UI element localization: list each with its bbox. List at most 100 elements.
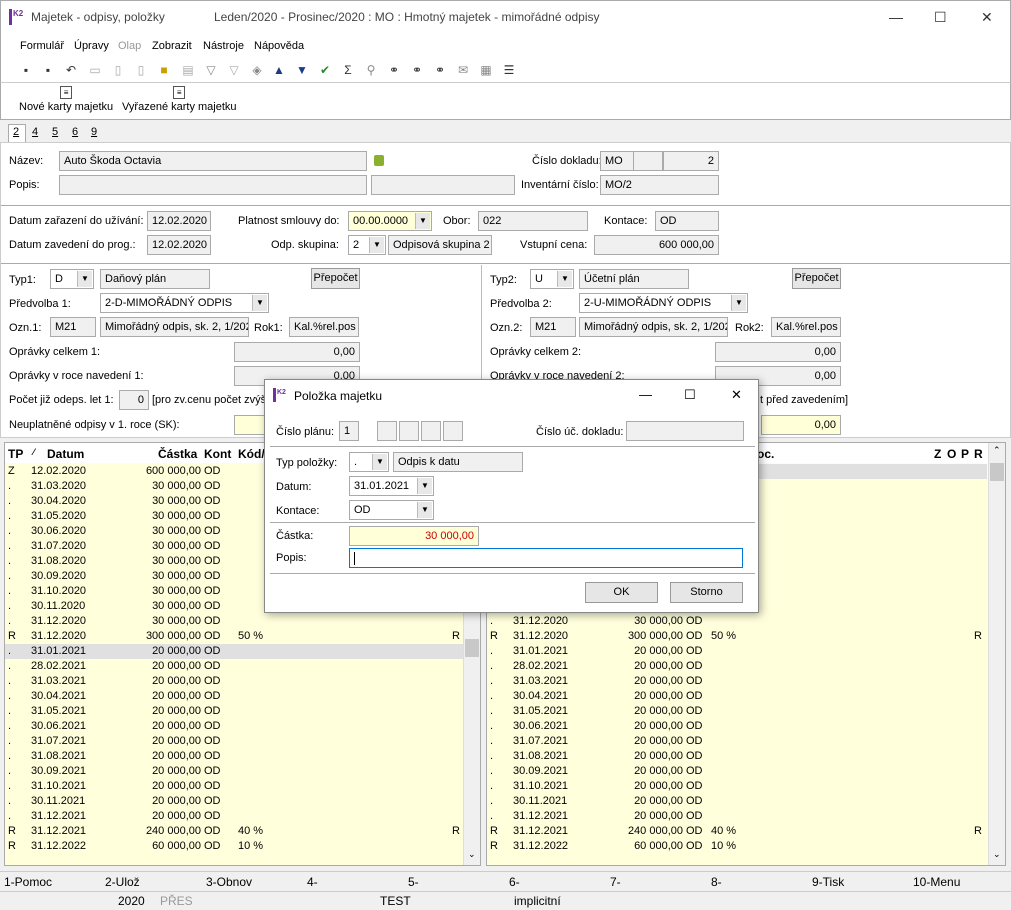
scroll-thumb[interactable]	[990, 463, 1004, 481]
tab-6[interactable]: 6	[72, 126, 78, 138]
maximize-button[interactable]: ☐	[934, 9, 947, 26]
chevron-down-icon[interactable]: ⌄	[468, 849, 476, 860]
table-row[interactable]: R 31.12.2021 240 000,00 OD 40 % R	[487, 824, 987, 839]
ozn2-field[interactable]: M21	[530, 317, 576, 337]
col-p[interactable]: P	[961, 447, 969, 461]
dialog-maximize-button[interactable]: ☐	[684, 387, 696, 403]
predvolba1-combo[interactable]: 2-D-MIMOŘÁDNÝ ODPIS ▼	[100, 293, 269, 313]
stack-icon[interactable]: ◈	[249, 62, 265, 78]
table-row[interactable]: . 30.11.2021 20 000,00 OD	[5, 794, 463, 809]
menu-formular[interactable]: Formulář	[20, 40, 64, 52]
plan-box-1[interactable]	[377, 421, 397, 441]
undo-icon[interactable]: ↶	[63, 62, 79, 78]
rok2-field[interactable]: Kal.%rel.pos	[771, 317, 841, 337]
chevron-down-icon[interactable]: ▼	[77, 271, 92, 287]
chevron-down-icon[interactable]: ▼	[369, 237, 384, 253]
check-down-icon[interactable]: ✔	[317, 62, 333, 78]
tab-9[interactable]: 9	[91, 126, 97, 138]
save-close-icon[interactable]: ▪	[40, 62, 56, 78]
ozn1-field[interactable]: M21	[50, 317, 96, 337]
cislo-uc-field[interactable]	[626, 421, 744, 441]
table-row[interactable]: . 31.05.2021 20 000,00 OD	[487, 704, 987, 719]
fkey-6[interactable]: 6-	[509, 875, 520, 889]
menu-nastroje[interactable]: Nástroje	[203, 40, 244, 52]
table-row[interactable]: R 31.12.2020 300 000,00 OD 50 % R	[5, 629, 463, 644]
table-row[interactable]: . 31.05.2021 20 000,00 OD	[5, 704, 463, 719]
binoculars-next-icon[interactable]: ⚭	[409, 62, 425, 78]
fkey-7[interactable]: 7-	[610, 875, 621, 889]
typ1-combo[interactable]: D ▼	[50, 269, 94, 289]
close-button[interactable]: ✕	[981, 9, 993, 26]
fkey-8[interactable]: 8-	[711, 875, 722, 889]
table-row[interactable]: . 31.01.2021 20 000,00 OD	[487, 644, 987, 659]
binoculars-prev-icon[interactable]: ⚭	[432, 62, 448, 78]
table-row[interactable]: . 30.09.2021 20 000,00 OD	[487, 764, 987, 779]
table-row[interactable]: . 31.12.2021 20 000,00 OD	[5, 809, 463, 824]
ok-button[interactable]: OK	[585, 582, 658, 603]
right-scrollbar[interactable]: ⌃ ⌄	[988, 443, 1005, 865]
typ-polozky-combo[interactable]: . ▼	[349, 452, 389, 472]
table-row[interactable]: . 30.09.2021 20 000,00 OD	[5, 764, 463, 779]
typ2-combo[interactable]: U ▼	[530, 269, 574, 289]
fkey-5[interactable]: 5-	[408, 875, 419, 889]
storno-button[interactable]: Storno	[670, 582, 743, 603]
kontace-field[interactable]: OD	[655, 211, 719, 231]
col-proc[interactable]: oc.	[757, 447, 774, 461]
table-row[interactable]: . 28.02.2021 20 000,00 OD	[5, 659, 463, 674]
search-clear-icon[interactable]: ⚲	[363, 62, 379, 78]
menu-napoveda[interactable]: Nápověda	[254, 40, 304, 52]
tab-5[interactable]: 5	[52, 126, 58, 138]
table-row[interactable]: . 31.12.2020 30 000,00 OD	[5, 614, 463, 629]
platnost-field[interactable]: 00.00.0000 ▼	[348, 211, 432, 231]
fkey-9[interactable]: 9-Tisk	[812, 875, 844, 889]
fkey-1[interactable]: 1-Pomoc	[4, 875, 52, 889]
arrow-up-icon[interactable]: ▲	[271, 62, 287, 78]
pocet-field[interactable]: 0	[119, 390, 149, 410]
arrow-down-icon[interactable]: ▼	[294, 62, 310, 78]
plan-box-3[interactable]	[421, 421, 441, 441]
table-row[interactable]: . 28.02.2021 20 000,00 OD	[487, 659, 987, 674]
cislo-dokladu-number[interactable]: 2	[663, 151, 719, 171]
col-kont[interactable]: Kont	[204, 447, 231, 461]
fkey-2[interactable]: 2-Ulož	[105, 875, 140, 889]
tab-2[interactable]: 2	[13, 126, 19, 138]
scroll-thumb[interactable]	[465, 639, 479, 657]
datum-combo[interactable]: 31.01.2021 ▼	[349, 476, 434, 496]
table-row[interactable]: R 31.12.2021 240 000,00 OD 40 % R	[5, 824, 463, 839]
table-row[interactable]: R 31.12.2022 60 000,00 OD 10 %	[487, 839, 987, 854]
filter-icon[interactable]: ▽	[203, 62, 219, 78]
table-row[interactable]: . 31.01.2021 20 000,00 OD	[5, 644, 463, 659]
odp-skupina-combo[interactable]: 2 ▼	[348, 235, 386, 255]
menu-olap[interactable]: Olap	[118, 40, 141, 52]
predvolba2-combo[interactable]: 2-U-MIMOŘÁDNÝ ODPIS ▼	[579, 293, 748, 313]
table-row[interactable]: . 30.06.2021 20 000,00 OD	[487, 719, 987, 734]
cislo-dokladu-mid[interactable]	[633, 151, 663, 171]
table-row[interactable]: . 31.08.2021 20 000,00 OD	[487, 749, 987, 764]
table-row[interactable]: . 30.04.2021 20 000,00 OD	[487, 689, 987, 704]
table-row[interactable]: . 31.10.2021 20 000,00 OD	[487, 779, 987, 794]
datum-zavedeni-field[interactable]: 12.02.2020	[147, 235, 211, 255]
fkey-3[interactable]: 3-Obnov	[206, 875, 252, 889]
opravky1-field[interactable]: 0,00	[234, 342, 360, 362]
lock-icon[interactable]: ■	[156, 62, 172, 78]
opravky2-field[interactable]: 0,00	[715, 342, 841, 362]
binoculars-icon[interactable]: ⚭	[386, 62, 402, 78]
menu-upravy[interactable]: Úpravy	[74, 40, 109, 52]
menu-lines-icon[interactable]: ☰	[501, 62, 517, 78]
mail-icon[interactable]: ✉	[455, 62, 471, 78]
cislo-dokladu-rada[interactable]: MO	[600, 151, 634, 171]
chevron-down-icon[interactable]: ▼	[417, 502, 432, 518]
cislo-planu-field[interactable]: 1	[339, 421, 359, 441]
obor-field[interactable]: 022	[478, 211, 588, 231]
chevron-down-icon[interactable]: ▼	[731, 295, 746, 311]
vstupni-cena-field[interactable]: 600 000,00	[594, 235, 719, 255]
table-row[interactable]: R 31.12.2022 60 000,00 OD 10 %	[5, 839, 463, 854]
table-row[interactable]: . 31.12.2021 20 000,00 OD	[487, 809, 987, 824]
prepocet1-button[interactable]: Přepočet	[311, 268, 360, 289]
castka-field[interactable]: 30 000,00	[349, 526, 479, 546]
chevron-up-icon[interactable]: ⌃	[993, 445, 1001, 456]
sum-icon[interactable]: Σ	[340, 62, 356, 78]
neuplatnene2-field[interactable]: 0,00	[761, 415, 841, 435]
nazev-field[interactable]: Auto Škoda Octavia	[59, 151, 367, 171]
table-row[interactable]: . 30.06.2021 20 000,00 OD	[5, 719, 463, 734]
